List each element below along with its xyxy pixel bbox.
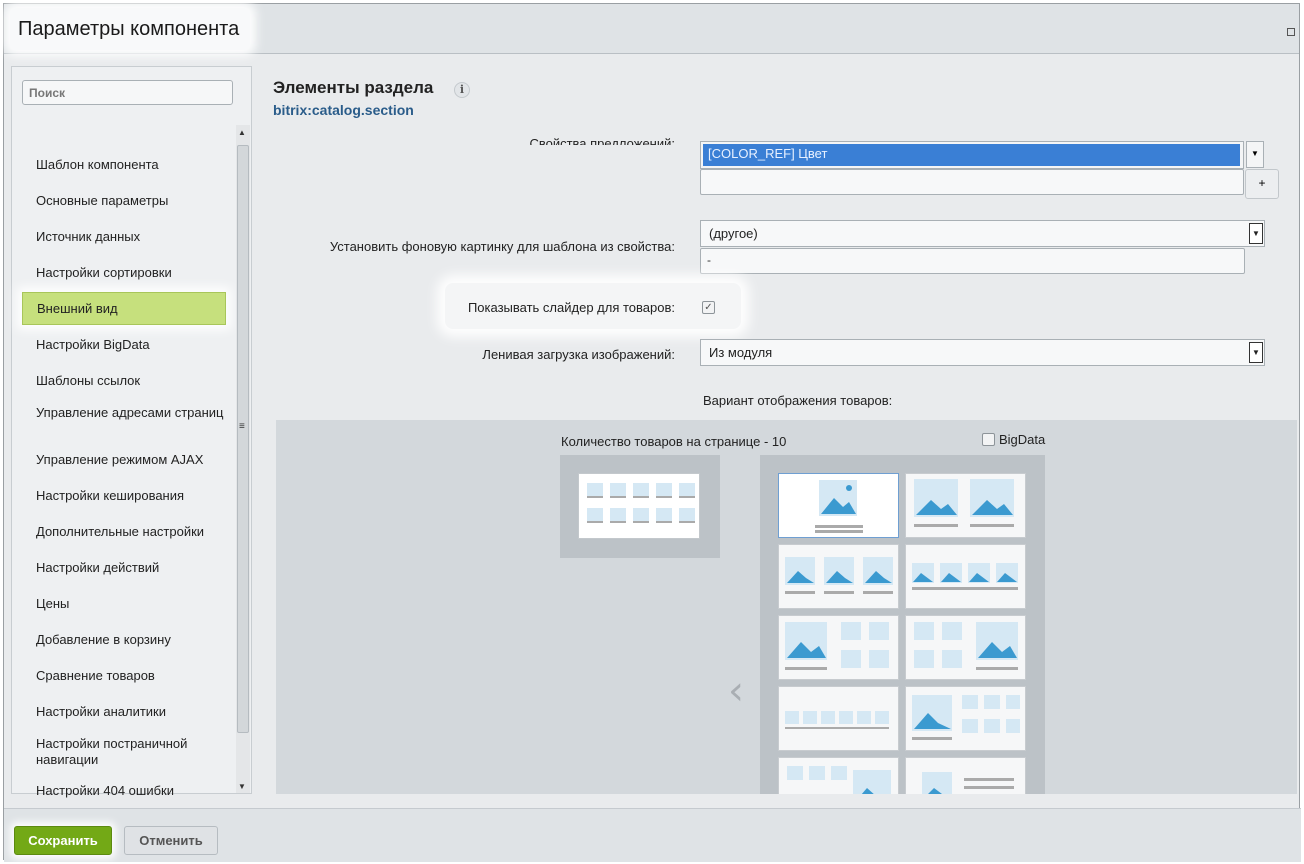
bg-image-text[interactable]: - — [700, 248, 1245, 274]
quantity-panel[interactable] — [560, 455, 720, 558]
variant-tile-9[interactable] — [778, 757, 899, 794]
sidebar-item-sorting[interactable]: Настройки сортировки — [22, 265, 226, 281]
info-icon[interactable]: i — [454, 82, 470, 98]
variant-tile-10[interactable] — [905, 757, 1026, 794]
image-icon — [922, 772, 1014, 794]
variant-tile-8[interactable] — [905, 686, 1026, 751]
sidebar-item-basic[interactable]: Основные параметры — [22, 193, 226, 209]
sidebar-item-basket[interactable]: Добавление в корзину — [22, 632, 226, 648]
chevron-left-icon[interactable]: ‹ — [728, 668, 744, 714]
variant-tile-4[interactable] — [905, 544, 1026, 609]
sidebar-item-additional[interactable]: Дополнительные настройки — [22, 524, 226, 540]
sidebar-item-data-source[interactable]: Источник данных — [22, 229, 226, 245]
image-icon — [912, 695, 1020, 740]
variant-tile-6[interactable] — [905, 615, 1026, 680]
sidebar-item-actions[interactable]: Настройки действий — [22, 560, 226, 576]
offer-props-extra-field[interactable] — [700, 169, 1244, 195]
save-button[interactable]: Сохранить — [14, 826, 112, 855]
slider-label: Показывать слайдер для товаров: — [467, 300, 675, 315]
scroll-thumb[interactable] — [237, 145, 249, 733]
add-button[interactable]: + — [1245, 169, 1279, 199]
scroll-down-icon[interactable]: ▼ — [238, 782, 246, 791]
bigdata-label: BigData — [999, 432, 1046, 447]
variant-label: Вариант отображения товаров: — [703, 393, 893, 408]
lazy-load-label: Ленивая загрузка изображений: — [482, 347, 675, 362]
image-icon — [815, 480, 863, 533]
offer-props-label: Свойства предложений: — [529, 136, 675, 145]
qty-label: Количество товаров на странице - 10 — [561, 434, 787, 449]
cancel-button[interactable]: Отменить — [124, 826, 218, 855]
sidebar-item-link-templates[interactable]: Шаблоны ссылок — [22, 373, 226, 389]
bg-image-select[interactable]: (другое) ▼ — [700, 220, 1265, 247]
chevron-down-icon[interactable]: ▼ — [1249, 342, 1263, 363]
dialog-title: Параметры компонента — [18, 18, 240, 40]
image-icon — [912, 563, 1018, 590]
lazy-load-value: Из модуля — [709, 345, 773, 360]
dialog-footer: Сохранить Отменить — [4, 808, 1301, 862]
sidebar-item-ajax[interactable]: Управление режимом AJAX — [22, 452, 226, 468]
sidebar-item-appearance[interactable]: Внешний вид — [22, 292, 226, 325]
sidebar-scrollbar[interactable]: ▲ ≡ ▼ — [236, 125, 250, 793]
sidebar-item-page-urls[interactable]: Управление адресами страниц — [22, 405, 226, 421]
quantity-card[interactable] — [578, 473, 700, 539]
image-icon — [785, 557, 893, 594]
search-input[interactable] — [22, 80, 233, 105]
offer-props-listbox[interactable]: [COLOR_REF] Цвет — [700, 141, 1244, 169]
image-icon — [785, 622, 889, 670]
listbox-arrow-icon[interactable]: ▼ — [1246, 141, 1264, 168]
variant-tile-3[interactable] — [778, 544, 899, 609]
image-icon — [914, 622, 1018, 670]
variant-tile-2[interactable] — [905, 473, 1026, 538]
section-title: Элементы раздела — [273, 78, 434, 97]
sidebar-item-pagination[interactable]: Настройки постраничной навигации — [22, 736, 226, 768]
variant-area: Количество товаров на странице - 10 BigD… — [276, 420, 1297, 794]
sidebar: Шаблон компонента Основные параметры Ист… — [11, 66, 252, 798]
sidebar-item-analytics[interactable]: Настройки аналитики — [22, 704, 226, 720]
section-code: bitrix:catalog.section — [273, 102, 414, 118]
component-params-dialog: Параметры компонента Шаблон компонента О… — [3, 3, 1301, 862]
bg-image-value: (другое) — [709, 226, 758, 241]
sidebar-item-template[interactable]: Шаблон компонента — [22, 157, 226, 173]
scroll-up-icon[interactable]: ▲ — [238, 128, 246, 137]
sidebar-item-bigdata[interactable]: Настройки BigData — [22, 337, 226, 353]
image-grid-icon — [587, 483, 695, 523]
offer-props-selected-option[interactable]: [COLOR_REF] Цвет — [703, 144, 1240, 166]
variant-tile-1[interactable] — [778, 473, 899, 538]
image-icon — [787, 766, 891, 794]
lazy-load-select[interactable]: Из модуля ▼ — [700, 339, 1265, 366]
chevron-down-icon[interactable]: ▼ — [1249, 223, 1263, 244]
image-icon — [914, 479, 1014, 527]
variant-tile-7[interactable] — [778, 686, 899, 751]
sidebar-item-caching[interactable]: Настройки кеширования — [22, 488, 226, 504]
dialog-titlebar[interactable]: Параметры компонента — [4, 4, 1299, 54]
grip-icon: ≡ — [239, 421, 245, 432]
slider-checkbox[interactable]: ✓ — [702, 301, 715, 314]
sidebar-item-404[interactable]: Настройки 404 ошибки — [22, 783, 226, 799]
bigdata-checkbox[interactable] — [982, 433, 995, 446]
sidebar-item-prices[interactable]: Цены — [22, 596, 226, 612]
sidebar-item-compare[interactable]: Сравнение товаров — [22, 668, 226, 684]
bg-image-label: Установить фоновую картинку для шаблона … — [329, 239, 675, 254]
image-icon — [785, 711, 889, 729]
main-content: Элементы раздела i bitrix:catalog.sectio… — [257, 66, 1297, 794]
variant-tile-5[interactable] — [778, 615, 899, 680]
variant-tiles-panel — [760, 455, 1045, 794]
maximize-icon[interactable] — [1287, 28, 1295, 36]
bigdata-toggle[interactable]: BigData — [982, 432, 1045, 447]
